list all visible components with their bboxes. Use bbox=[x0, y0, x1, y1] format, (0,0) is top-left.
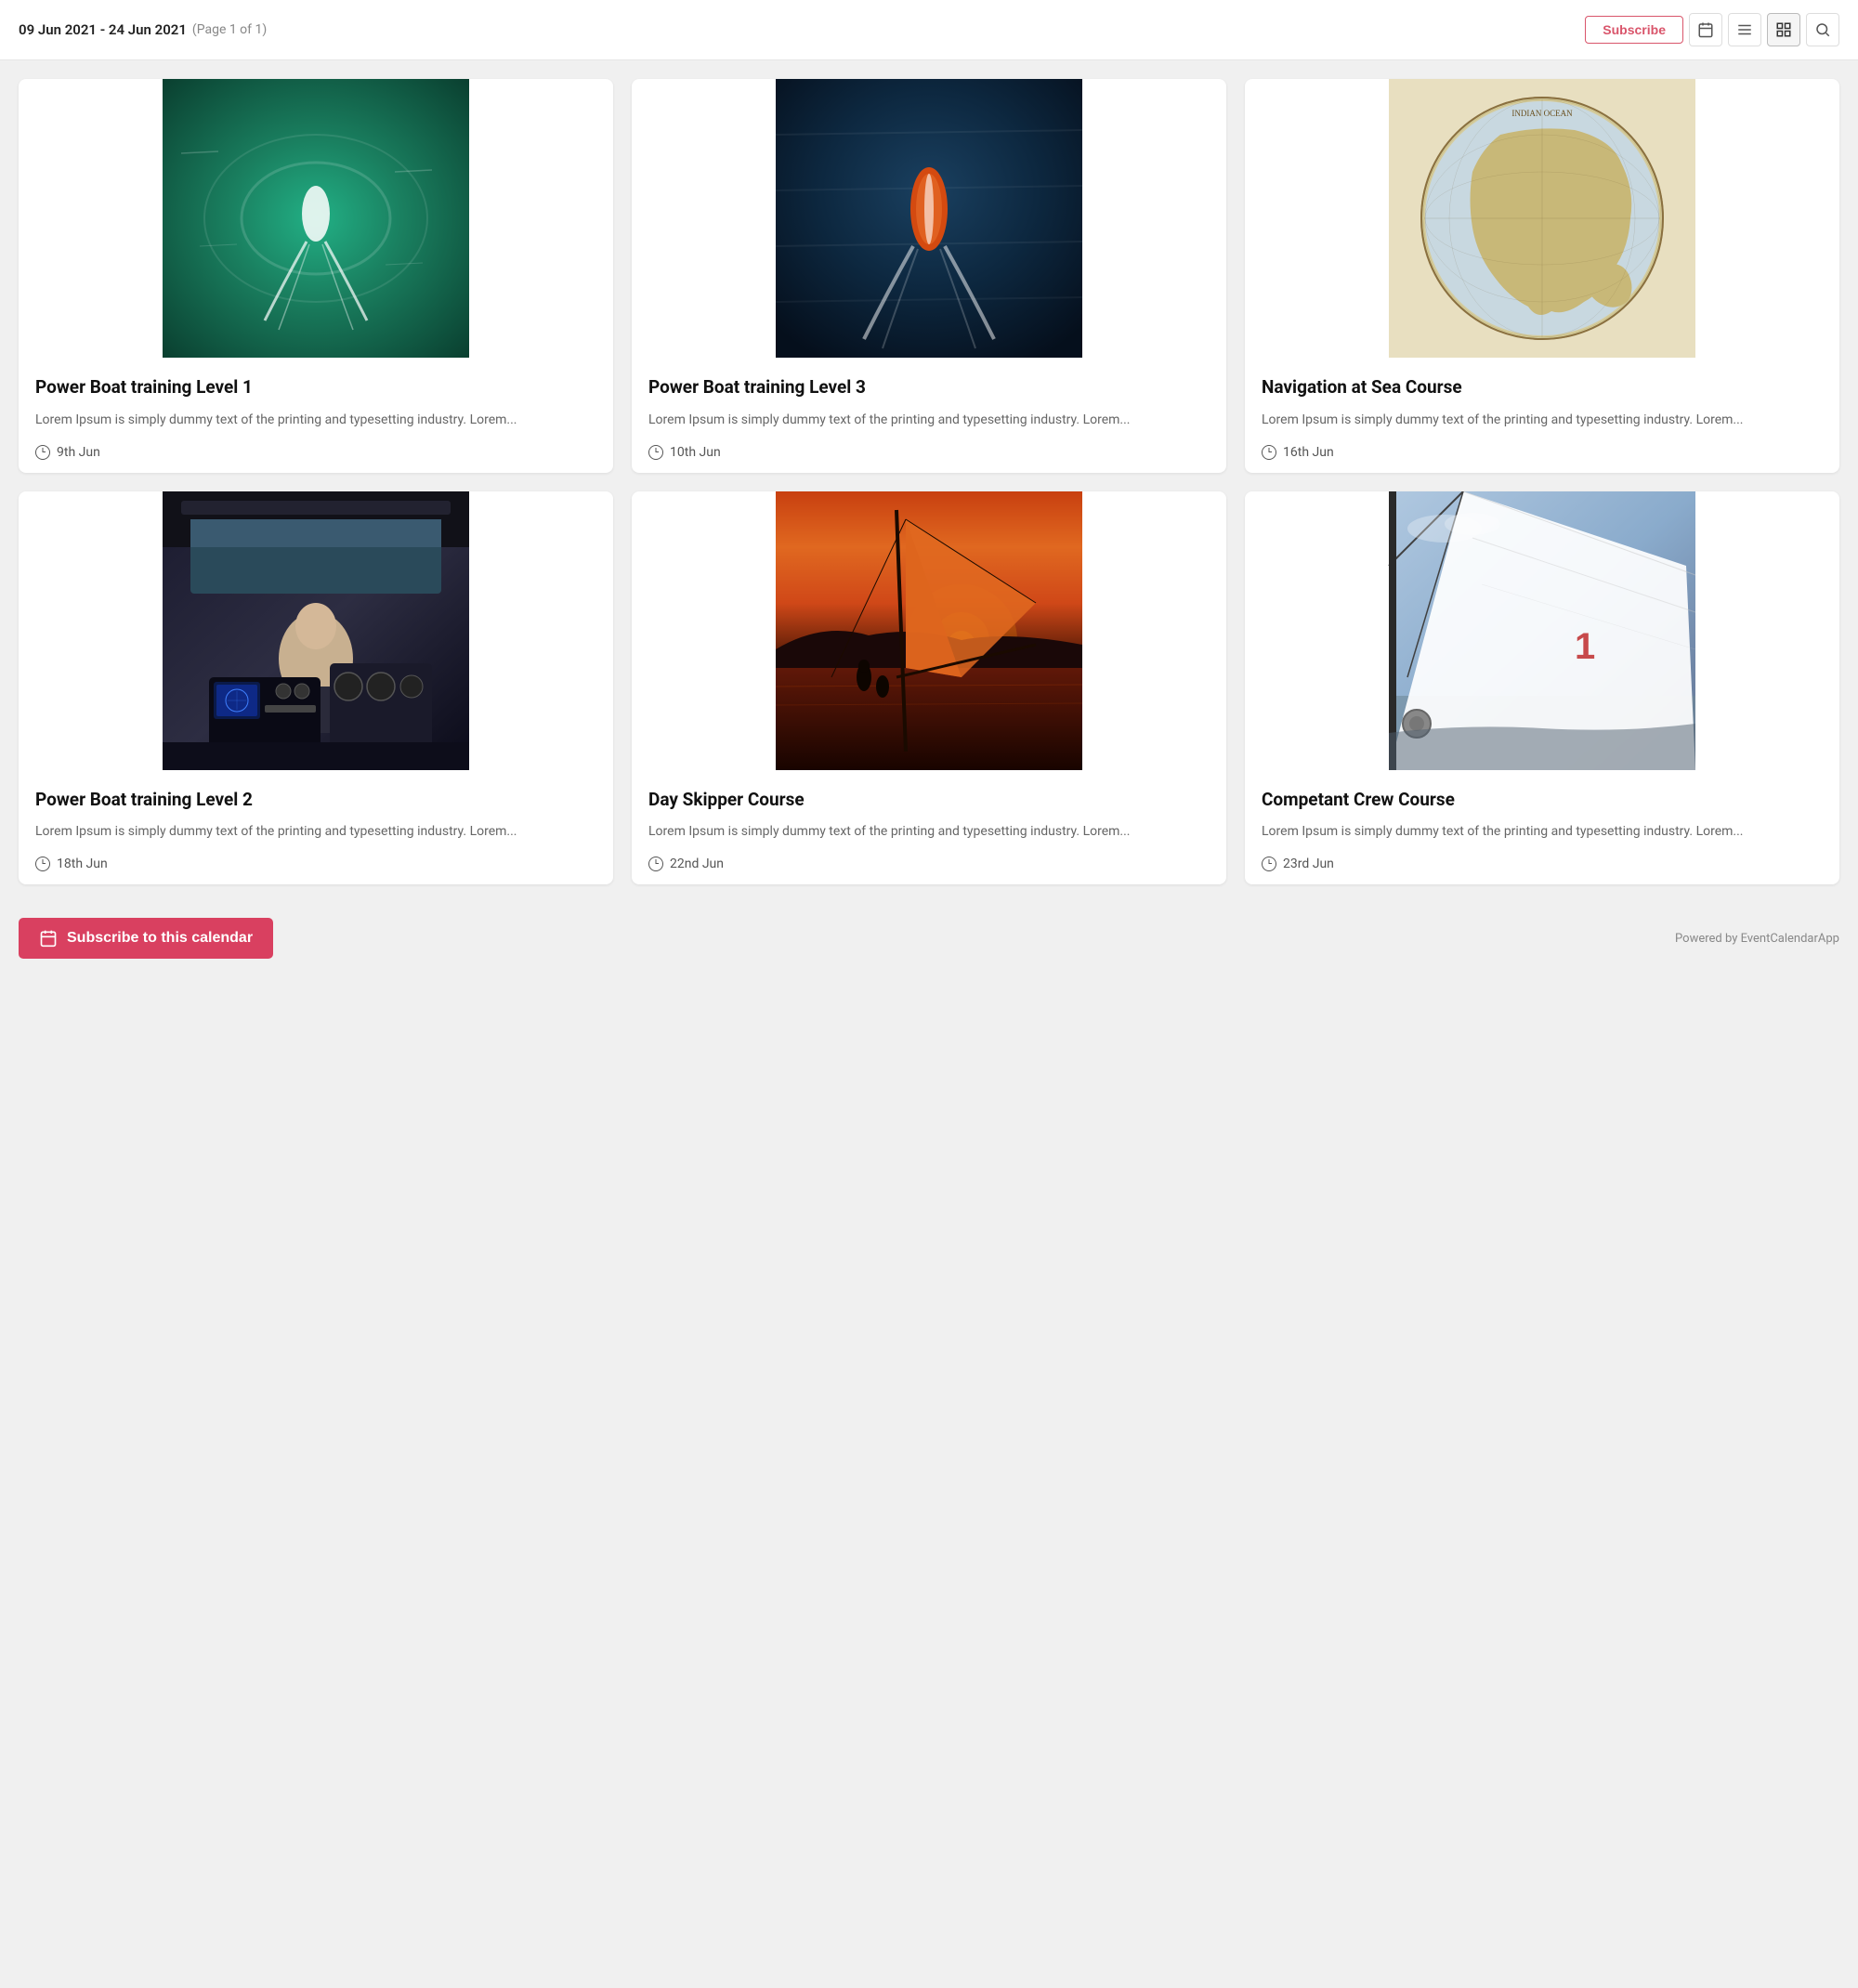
event-card[interactable]: Power Boat training Level 1 Lorem Ipsum … bbox=[19, 79, 613, 473]
date-text: 9th Jun bbox=[57, 445, 100, 460]
card-body: Power Boat training Level 2 Lorem Ipsum … bbox=[19, 770, 613, 885]
svg-text:INDIAN OCEAN: INDIAN OCEAN bbox=[1511, 109, 1573, 118]
list-icon bbox=[1736, 21, 1753, 38]
card-image bbox=[19, 491, 613, 770]
clock-icon bbox=[35, 445, 50, 460]
page-indicator: (Page 1 of 1) bbox=[192, 22, 267, 37]
search-icon bbox=[1814, 21, 1831, 38]
card-date: 9th Jun bbox=[35, 445, 596, 460]
date-text: 16th Jun bbox=[1283, 445, 1334, 460]
card-title: Power Boat training Level 2 bbox=[35, 789, 596, 812]
event-card[interactable]: 1 Competant Crew Course Lorem Ipsum is s… bbox=[1245, 491, 1839, 885]
card-date: 22nd Jun bbox=[648, 857, 1210, 871]
card-date: 23rd Jun bbox=[1262, 857, 1823, 871]
card-image bbox=[632, 491, 1226, 770]
events-grid: Power Boat training Level 1 Lorem Ipsum … bbox=[0, 60, 1858, 903]
card-description: Lorem Ipsum is simply dummy text of the … bbox=[1262, 822, 1823, 842]
card-date: 18th Jun bbox=[35, 857, 596, 871]
card-description: Lorem Ipsum is simply dummy text of the … bbox=[1262, 411, 1823, 430]
clock-icon bbox=[648, 445, 663, 460]
header-left: 09 Jun 2021 - 24 Jun 2021 (Page 1 of 1) bbox=[19, 21, 267, 38]
card-image: 1 bbox=[1245, 491, 1839, 770]
card-title: Navigation at Sea Course bbox=[1262, 376, 1823, 399]
card-image bbox=[19, 79, 613, 358]
event-card[interactable]: Power Boat training Level 3 Lorem Ipsum … bbox=[632, 79, 1226, 473]
card-body: Day Skipper Course Lorem Ipsum is simply… bbox=[632, 770, 1226, 885]
date-text: 22nd Jun bbox=[670, 857, 724, 871]
calendar-icon-footer bbox=[39, 929, 58, 948]
clock-icon bbox=[1262, 445, 1276, 460]
card-body: Competant Crew Course Lorem Ipsum is sim… bbox=[1245, 770, 1839, 885]
card-description: Lorem Ipsum is simply dummy text of the … bbox=[648, 822, 1210, 842]
card-title: Power Boat training Level 1 bbox=[35, 376, 596, 399]
card-image bbox=[632, 79, 1226, 358]
card-description: Lorem Ipsum is simply dummy text of the … bbox=[648, 411, 1210, 430]
header-right: Subscribe bbox=[1585, 13, 1839, 46]
card-body: Power Boat training Level 1 Lorem Ipsum … bbox=[19, 358, 613, 473]
clock-icon bbox=[1262, 857, 1276, 871]
card-date: 10th Jun bbox=[648, 445, 1210, 460]
card-description: Lorem Ipsum is simply dummy text of the … bbox=[35, 411, 596, 430]
list-view-button[interactable] bbox=[1728, 13, 1761, 46]
card-title: Day Skipper Course bbox=[648, 789, 1210, 812]
grid-icon bbox=[1775, 21, 1792, 38]
date-text: 23rd Jun bbox=[1283, 857, 1334, 871]
date-range: 09 Jun 2021 - 24 Jun 2021 bbox=[19, 21, 187, 38]
card-title: Power Boat training Level 3 bbox=[648, 376, 1210, 399]
event-card[interactable]: Power Boat training Level 2 Lorem Ipsum … bbox=[19, 491, 613, 885]
event-card[interactable]: Day Skipper Course Lorem Ipsum is simply… bbox=[632, 491, 1226, 885]
calendar-view-button[interactable] bbox=[1689, 13, 1722, 46]
subscribe-button[interactable]: Subscribe bbox=[1585, 16, 1683, 44]
powered-by: Powered by EventCalendarApp bbox=[1675, 932, 1839, 946]
subscribe-calendar-button[interactable]: Subscribe to this calendar bbox=[19, 918, 273, 959]
card-image: INDIAN OCEAN bbox=[1245, 79, 1839, 358]
date-text: 18th Jun bbox=[57, 857, 108, 871]
card-body: Navigation at Sea Course Lorem Ipsum is … bbox=[1245, 358, 1839, 473]
date-text: 10th Jun bbox=[670, 445, 721, 460]
page-footer: Subscribe to this calendar Powered by Ev… bbox=[0, 903, 1858, 977]
event-card[interactable]: INDIAN OCEAN Navigation at Sea Course Lo… bbox=[1245, 79, 1839, 473]
grid-view-button[interactable] bbox=[1767, 13, 1800, 46]
page-header: 09 Jun 2021 - 24 Jun 2021 (Page 1 of 1) … bbox=[0, 0, 1858, 60]
search-button[interactable] bbox=[1806, 13, 1839, 46]
card-title: Competant Crew Course bbox=[1262, 789, 1823, 812]
calendar-icon bbox=[1697, 21, 1714, 38]
card-date: 16th Jun bbox=[1262, 445, 1823, 460]
card-description: Lorem Ipsum is simply dummy text of the … bbox=[35, 822, 596, 842]
clock-icon bbox=[35, 857, 50, 871]
svg-text:1: 1 bbox=[1575, 626, 1595, 667]
clock-icon bbox=[648, 857, 663, 871]
card-body: Power Boat training Level 3 Lorem Ipsum … bbox=[632, 358, 1226, 473]
